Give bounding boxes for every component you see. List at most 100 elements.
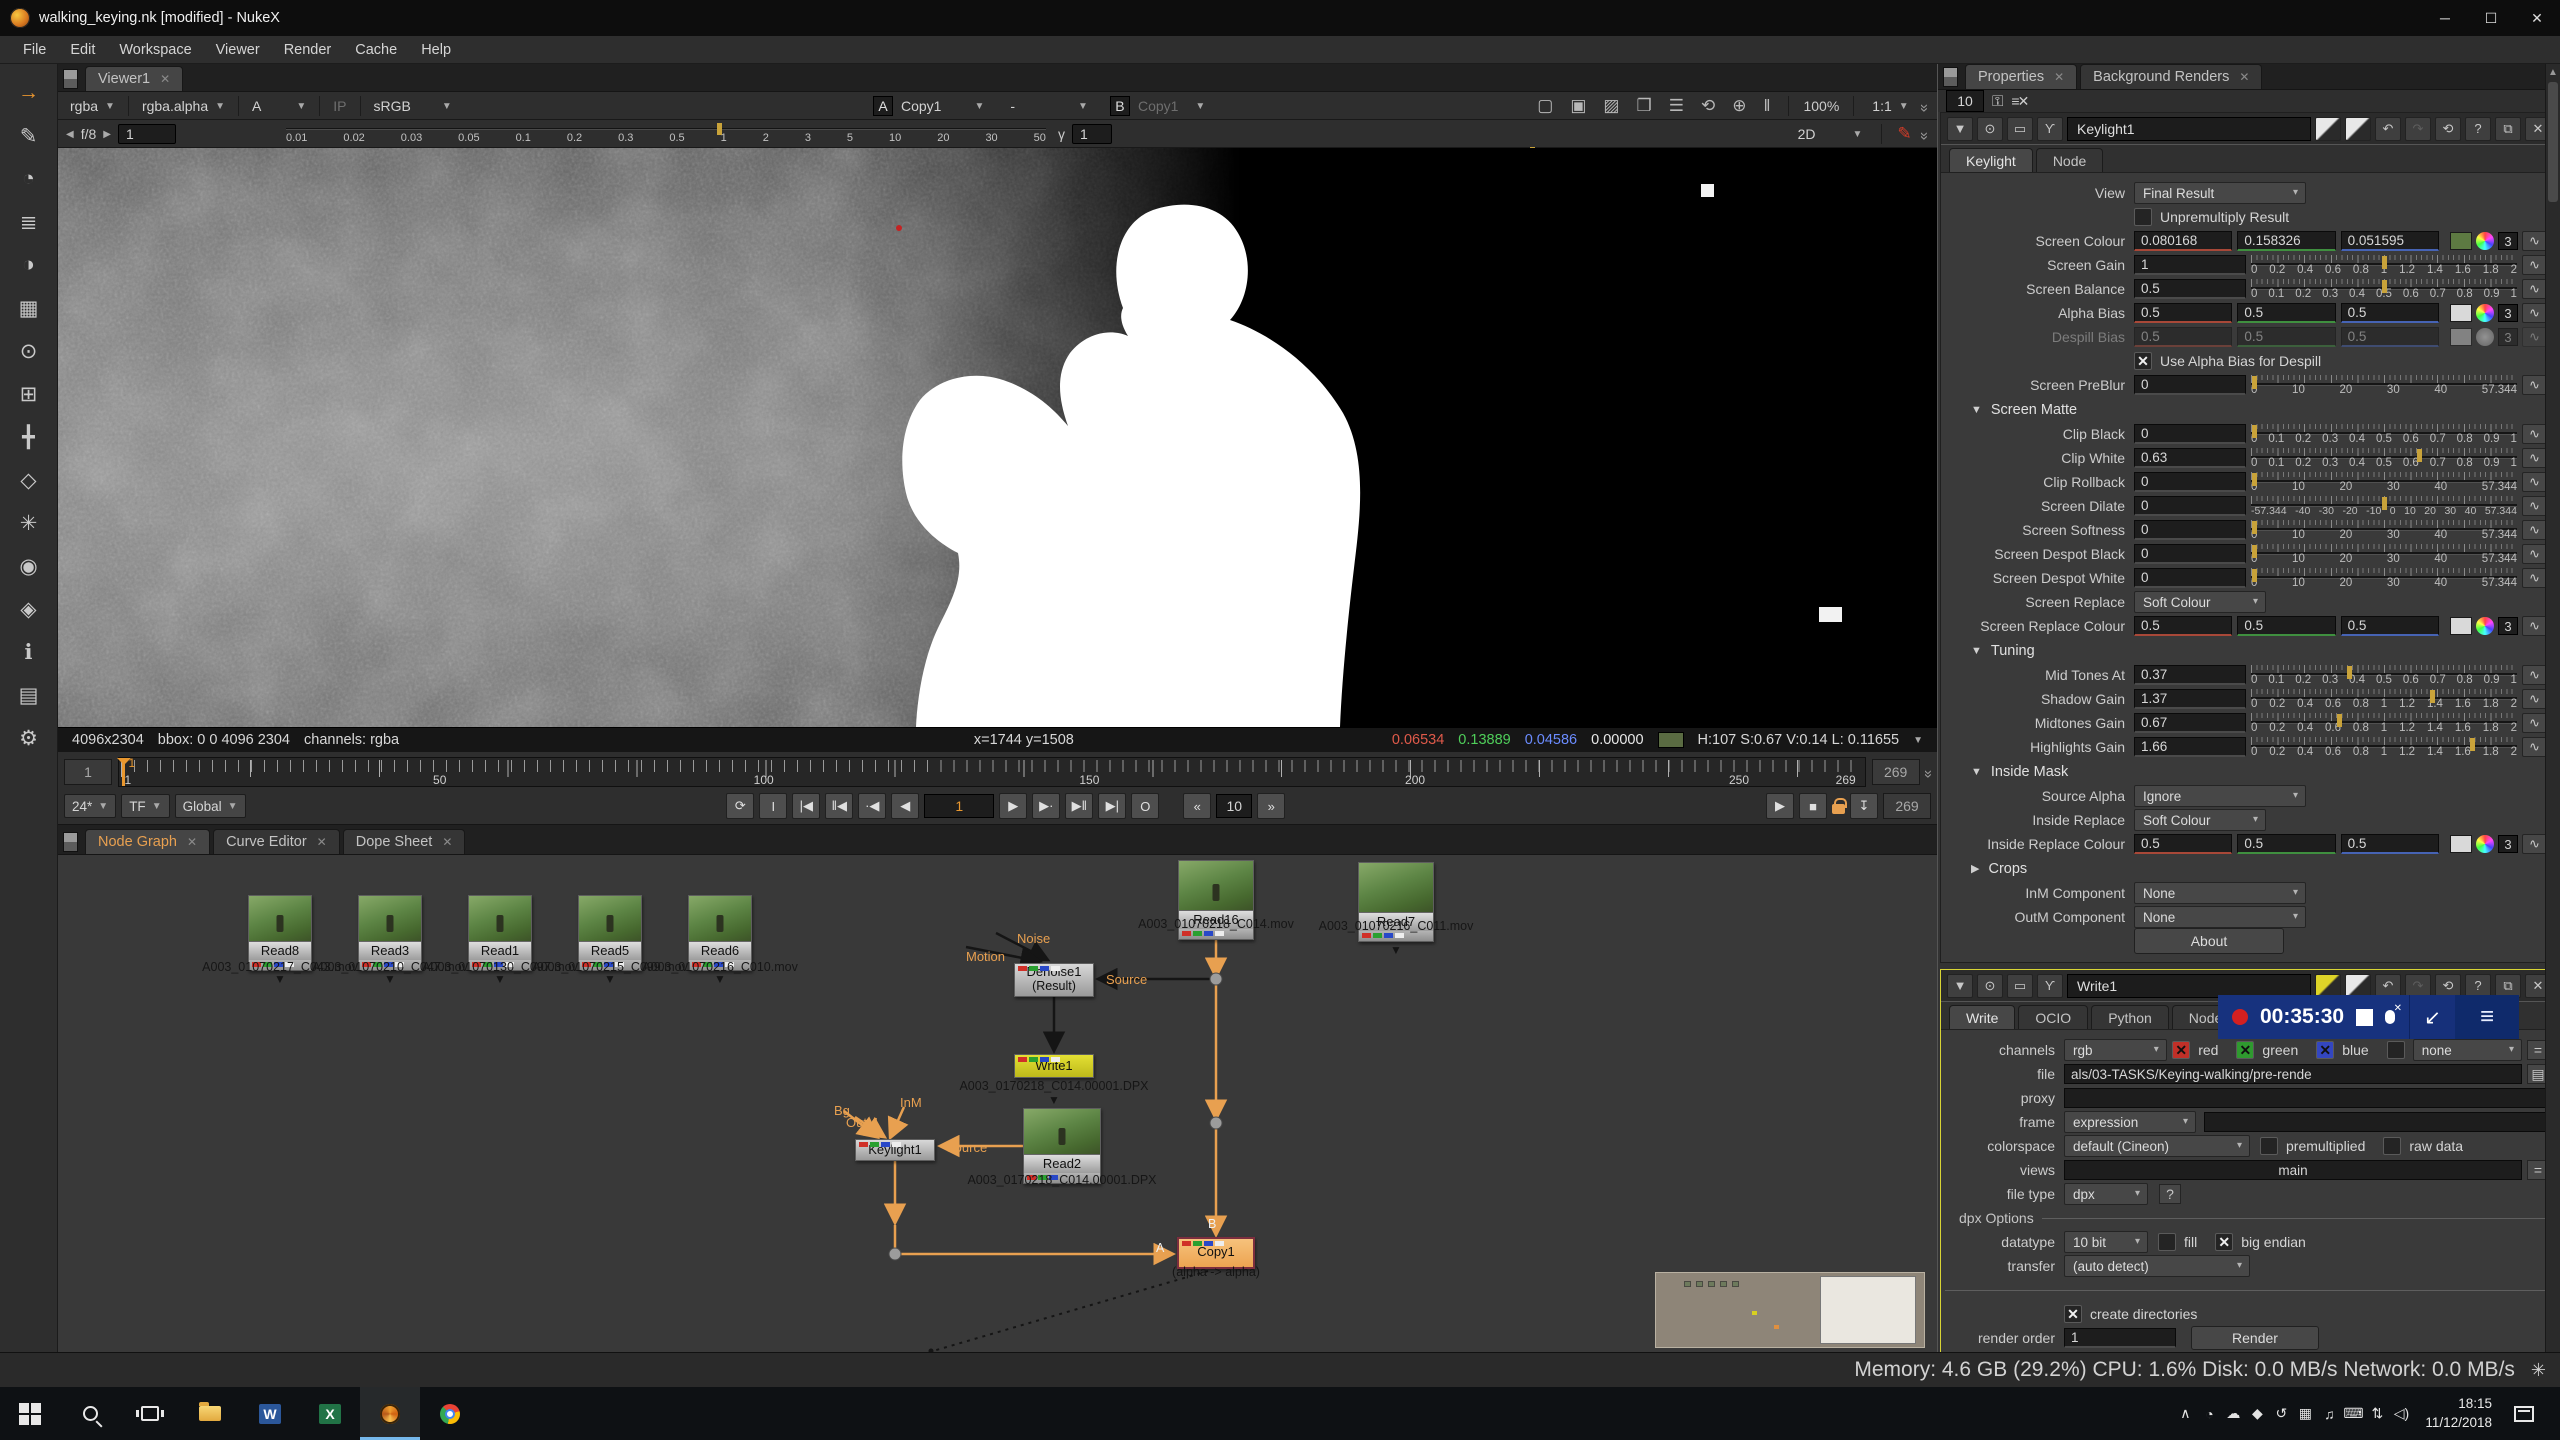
pane-menu-icon[interactable] — [63, 69, 78, 89]
exposure-down-icon[interactable]: ◀ — [66, 129, 74, 140]
tool-icon[interactable]: ◉ — [9, 547, 49, 585]
create-directories-checkbox[interactable] — [2064, 1305, 2082, 1323]
range-end-field[interactable]: 269 — [1872, 759, 1920, 785]
help-icon[interactable]: ? — [2465, 117, 2491, 141]
render-flag-icon[interactable]: ↧ — [1850, 793, 1878, 819]
node-color-button[interactable] — [2315, 117, 2341, 141]
mid-tones-at-slider[interactable]: 00.10.20.30.40.50.60.70.80.91 — [2251, 664, 2517, 686]
curve-icon[interactable]: ∿ — [2522, 231, 2547, 251]
action-center-icon[interactable] — [2514, 1406, 2534, 1422]
menu-item[interactable]: Edit — [59, 39, 106, 61]
gain-field[interactable]: 1 — [118, 124, 176, 144]
view-mode-dropdown[interactable]: 2D▼ — [1794, 124, 1867, 144]
screen-softness-slider[interactable]: 01020304057.344 — [2251, 519, 2517, 541]
tab-python[interactable]: Python — [2091, 1005, 2169, 1029]
premultiplied-checkbox[interactable] — [2260, 1137, 2278, 1155]
word-button[interactable]: W — [240, 1387, 300, 1440]
minimap-viewport[interactable] — [1820, 1276, 1916, 1344]
tray-icon[interactable]: ◆ — [2245, 1394, 2269, 1434]
tray-icon[interactable]: ∧ — [2173, 1394, 2197, 1434]
transfer-dropdown[interactable]: (auto detect) — [2064, 1255, 2250, 1277]
layer-dropdown[interactable]: rgba.alpha▼ — [138, 96, 229, 116]
read-node[interactable]: Read6 A003_01070216_C010.mov ▼ — [688, 895, 752, 971]
pause-icon[interactable]: ‖ — [1759, 96, 1774, 116]
tab-ocio[interactable]: OCIO — [2018, 1005, 2088, 1029]
curve-icon[interactable]: ∿ — [2522, 496, 2547, 516]
inside-replace-b[interactable]: 0.5 — [2341, 834, 2439, 854]
tray-icon[interactable]: ⌨ — [2341, 1394, 2365, 1434]
pane-menu-icon[interactable] — [1943, 67, 1958, 87]
step-back-button[interactable]: « — [1183, 793, 1211, 819]
screen-replace-r[interactable]: 0.5 — [2134, 616, 2232, 636]
screen-dilate-slider[interactable]: -57.344-40-30-20-1001020304057.344 — [2251, 495, 2517, 517]
unlock-icon[interactable]: ⚿ — [1992, 93, 2003, 110]
first-frame-button[interactable]: |◀ — [792, 793, 820, 819]
screen-despot-white-field[interactable]: 0 — [2134, 568, 2246, 588]
close-icon[interactable]: ✕ — [2239, 70, 2249, 84]
help-icon[interactable]: ? — [2465, 974, 2491, 998]
read-node[interactable]: Read1 A003_01070130_C097.mov ▼ — [468, 895, 532, 971]
screen-replace-dropdown[interactable]: Soft Colour — [2134, 591, 2266, 613]
collapse-panel-icon[interactable]: ▼ — [1947, 117, 1973, 141]
scrollbar-thumb[interactable] — [2548, 82, 2558, 202]
curve-icon[interactable]: ∿ — [2522, 544, 2547, 564]
close-icon[interactable]: ✕ — [187, 835, 197, 849]
prev-increment-button[interactable]: ·◀ — [858, 793, 886, 819]
curve-icon[interactable]: ∿ — [2522, 448, 2547, 468]
inside-replace-r[interactable]: 0.5 — [2134, 834, 2232, 854]
despill-bias-g[interactable]: 0.5 — [2237, 327, 2335, 347]
input-mode-button[interactable]: I — [759, 793, 787, 819]
datatype-dropdown[interactable]: 10 bit — [2064, 1231, 2148, 1253]
tray-icon[interactable]: ◁) — [2389, 1394, 2413, 1434]
extra-channel-dropdown[interactable]: none — [2413, 1039, 2522, 1061]
crops-group[interactable]: ▶Crops — [1945, 857, 2547, 880]
inm-component-dropdown[interactable]: None — [2134, 882, 2306, 904]
screen-replace-b[interactable]: 0.5 — [2341, 616, 2439, 636]
gl-color-button[interactable] — [2345, 974, 2371, 998]
tool-icon[interactable]: ⊞ — [9, 375, 49, 413]
view-dropdown[interactable]: Final Result — [2134, 182, 2306, 204]
current-frame-field[interactable]: 1 — [924, 794, 994, 818]
alpha-bias-b[interactable]: 0.5 — [2341, 303, 2439, 323]
wrench-icon[interactable]: Ƴ — [2037, 117, 2063, 141]
minimize-button[interactable]: ─ — [2422, 0, 2468, 36]
flipbook-play-icon[interactable]: ▶ — [1766, 793, 1794, 819]
clip-white-field[interactable]: 0.63 — [2134, 448, 2246, 468]
recorder-minimize-button[interactable]: ↙ — [2409, 995, 2455, 1039]
layers-icon[interactable]: ☰ — [1665, 96, 1688, 116]
roi-icon[interactable]: ⊕ — [1728, 96, 1750, 116]
screen-matte-group[interactable]: ▼Screen Matte — [1945, 398, 2547, 421]
inside-mask-group[interactable]: ▼Inside Mask — [1945, 760, 2547, 783]
tray-icon[interactable]: ↺ — [2269, 1394, 2293, 1434]
highlights-gain-field[interactable]: 1.66 — [2134, 737, 2246, 757]
viewer-canvas[interactable] — [58, 148, 1937, 727]
input-dropdown[interactable]: A▼ — [248, 96, 310, 116]
tool-icon[interactable]: ◔ — [9, 160, 49, 198]
recorder-menu-button[interactable]: ≡ — [2455, 995, 2519, 1039]
menu-item[interactable]: Render — [273, 39, 343, 61]
tray-icon[interactable]: ☁ — [2221, 1394, 2245, 1434]
read-node[interactable]: Read3 A003_01070210_C047.mov ▼ — [358, 895, 422, 971]
tool-icon[interactable]: ✎ — [9, 117, 49, 155]
clip-rollback-field[interactable]: 0 — [2134, 472, 2246, 492]
step-forward-button[interactable]: » — [1257, 793, 1285, 819]
midtones-gain-slider[interactable]: 00.20.40.60.811.21.41.61.82 — [2251, 712, 2517, 734]
tab-dope-sheet[interactable]: Dope Sheet✕ — [343, 829, 466, 854]
inside-replace-g[interactable]: 0.5 — [2237, 834, 2335, 854]
colour-wheel-icon[interactable] — [2476, 232, 2494, 250]
screen-balance-field[interactable]: 0.5 — [2134, 279, 2246, 299]
tuning-group[interactable]: ▼Tuning — [1945, 639, 2547, 662]
tool-icon[interactable]: → — [9, 74, 49, 112]
float-panel-icon[interactable]: ⧉ — [2495, 974, 2521, 998]
max-panels-field[interactable]: 10 — [1946, 90, 1984, 112]
tab-keylight[interactable]: Keylight — [1949, 148, 2033, 172]
pane-menu-icon[interactable] — [63, 832, 78, 852]
node-color-button[interactable] — [2315, 974, 2341, 998]
task-view-button[interactable] — [120, 1387, 180, 1440]
flipbook-stop-icon[interactable]: ■ — [1799, 793, 1827, 819]
alpha-channel-checkbox[interactable] — [2387, 1041, 2405, 1059]
gamma-field[interactable]: 1 — [1072, 124, 1112, 144]
clip-black-field[interactable]: 0 — [2134, 424, 2246, 444]
collapse-panel-icon[interactable]: ▼ — [1947, 974, 1973, 998]
lock-icon[interactable] — [1832, 804, 1845, 814]
